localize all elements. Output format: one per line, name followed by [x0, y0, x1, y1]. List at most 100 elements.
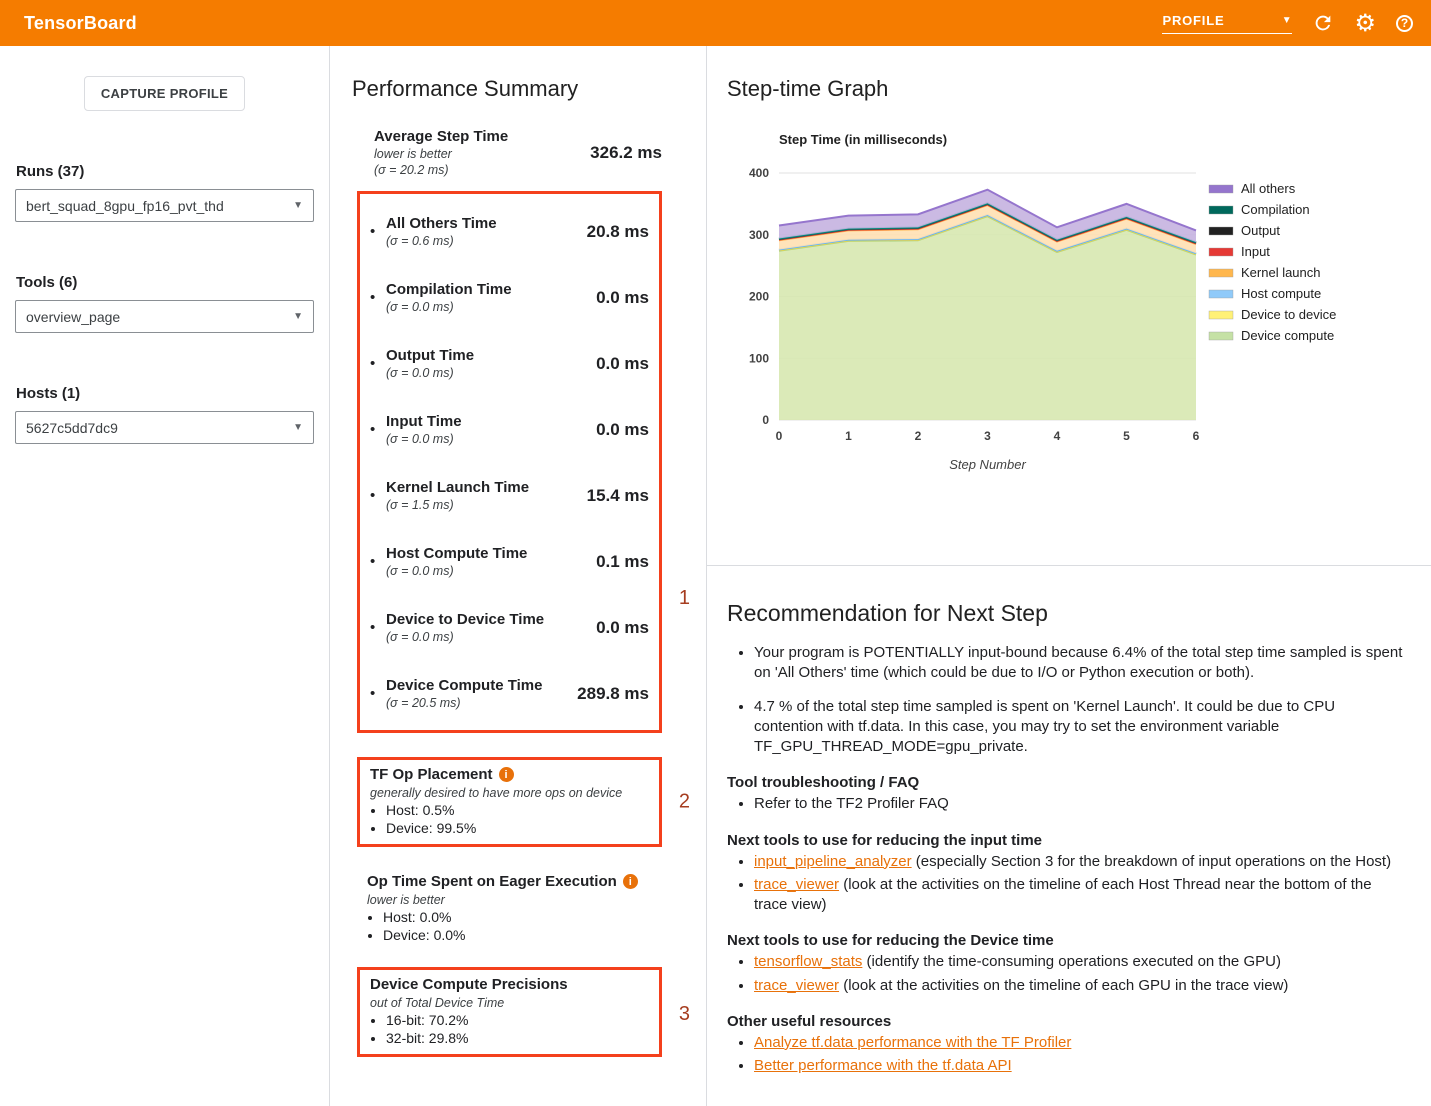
summary-item-value: 0.0 ms: [596, 354, 649, 374]
svg-text:2: 2: [915, 429, 922, 443]
recommendation-bullet: Your program is POTENTIALLY input-bound …: [754, 643, 1407, 684]
tools-label: Tools (6): [16, 274, 313, 291]
summary-item-label: Output Time: [386, 347, 596, 364]
page-body: CAPTURE PROFILE Runs (37) bert_squad_8gp…: [0, 46, 1431, 1106]
input-tools-list: input_pipeline_analyzer (especially Sect…: [727, 852, 1407, 916]
faq-list: Refer to the TF2 Profiler FAQ: [727, 794, 1407, 814]
dashboard-selector[interactable]: PROFILE ▼: [1162, 13, 1292, 34]
settings-gear-icon[interactable]: ⚙: [1354, 11, 1376, 35]
summary-item-value: 0.0 ms: [596, 288, 649, 308]
average-step-time-row: Average Step Time lower is better (σ = 2…: [374, 128, 662, 177]
eager-title-row: Op Time Spent on Eager Execution i: [367, 873, 662, 890]
svg-text:300: 300: [749, 228, 769, 242]
average-step-time-value: 326.2 ms: [590, 143, 662, 163]
average-step-time-text: Average Step Time lower is better (σ = 2…: [374, 128, 508, 177]
bullet-dot: •: [370, 421, 386, 438]
chevron-down-icon: ▼: [293, 311, 303, 322]
hosts-select[interactable]: 5627c5dd7dc9 ▼: [15, 411, 314, 444]
help-icon[interactable]: ?: [1396, 15, 1413, 32]
average-step-time-label: Average Step Time: [374, 128, 508, 145]
eager-device: Device: 0.0%: [383, 927, 662, 943]
tensorflow-stats-link[interactable]: tensorflow_stats: [754, 953, 862, 970]
summary-item-value: 289.8 ms: [577, 684, 649, 704]
summary-item-label: Device to Device Time: [386, 611, 596, 628]
eager-list: Host: 0.0% Device: 0.0%: [367, 909, 662, 943]
precisions-title: Device Compute Precisions: [370, 976, 568, 993]
summary-item-text: Device to Device Time (σ = 0.0 ms): [386, 611, 596, 644]
chevron-down-icon: ▼: [293, 200, 303, 211]
average-step-time-note: lower is better: [374, 147, 508, 161]
top-bar: TensorBoard PROFILE ▼ ⚙ ?: [0, 0, 1431, 46]
faq-header: Tool troubleshooting / FAQ: [727, 774, 1407, 791]
step-time-graph-card: Step-time Graph Step Time (in millisecon…: [707, 76, 1431, 566]
resource-item: Better performance with the tf.data API: [754, 1056, 1407, 1076]
summary-item-label: Device Compute Time: [386, 677, 577, 694]
info-icon[interactable]: i: [623, 874, 638, 889]
tf-op-placement-title: TF Op Placement: [370, 766, 493, 783]
summary-item-row: • Output Time (σ = 0.0 ms) 0.0 ms: [370, 330, 649, 396]
summary-item-label: Input Time: [386, 413, 596, 430]
eager-title: Op Time Spent on Eager Execution: [367, 873, 617, 890]
performance-summary-title: Performance Summary: [352, 76, 706, 102]
svg-text:400: 400: [749, 166, 769, 180]
svg-text:200: 200: [749, 290, 769, 304]
svg-text:Compilation: Compilation: [1241, 202, 1310, 217]
summary-item-text: Host Compute Time (σ = 0.0 ms): [386, 545, 596, 578]
summary-item-text: Input Time (σ = 0.0 ms): [386, 413, 596, 446]
summary-item-value: 0.0 ms: [596, 618, 649, 638]
svg-text:Step Number: Step Number: [949, 457, 1026, 472]
svg-text:1: 1: [845, 429, 852, 443]
eager-host: Host: 0.0%: [383, 909, 662, 925]
bullet-dot: •: [370, 355, 386, 372]
trace-viewer-link[interactable]: trace_viewer: [754, 977, 839, 994]
item-text: (look at the activities on the timeline …: [839, 977, 1288, 994]
tf-op-placement-title-row: TF Op Placement i: [370, 766, 649, 783]
precisions-list: 16-bit: 70.2% 32-bit: 29.8%: [370, 1012, 649, 1046]
trace-viewer-link[interactable]: trace_viewer: [754, 876, 839, 893]
summary-item-label: Host Compute Time: [386, 545, 596, 562]
eager-note: lower is better: [367, 893, 662, 907]
tfdata-performance-link[interactable]: Analyze tf.data performance with the TF …: [754, 1034, 1071, 1051]
chevron-down-icon: ▼: [1282, 15, 1293, 26]
summary-item-sigma: (σ = 20.5 ms): [386, 696, 577, 710]
device-tool-item: tensorflow_stats (identify the time-cons…: [754, 952, 1407, 972]
info-icon[interactable]: i: [499, 767, 514, 782]
resources-header: Other useful resources: [727, 1013, 1407, 1030]
item-text: (look at the activities on the timeline …: [754, 876, 1372, 913]
runs-select[interactable]: bert_squad_8gpu_fp16_pvt_thd ▼: [15, 189, 314, 222]
summary-item-sigma: (σ = 0.0 ms): [386, 564, 596, 578]
recommendation-bullets: Your program is POTENTIALLY input-bound …: [727, 643, 1407, 757]
capture-profile-button[interactable]: CAPTURE PROFILE: [84, 76, 245, 111]
tools-select[interactable]: overview_page ▼: [15, 300, 314, 333]
svg-text:3: 3: [984, 429, 991, 443]
reload-icon[interactable]: [1312, 12, 1334, 34]
summary-item-text: Output Time (σ = 0.0 ms): [386, 347, 596, 380]
tf-op-placement-host: Host: 0.5%: [386, 802, 649, 818]
annotation-box-1: • All Others Time (σ = 0.6 ms) 20.8 ms •…: [357, 191, 662, 733]
tfdata-api-link[interactable]: Better performance with the tf.data API: [754, 1057, 1012, 1074]
summary-item-row: • Host Compute Time (σ = 0.0 ms) 0.1 ms: [370, 528, 649, 594]
summary-item-value: 0.0 ms: [596, 420, 649, 440]
summary-item-sigma: (σ = 0.0 ms): [386, 432, 596, 446]
device-tool-item: trace_viewer (look at the activities on …: [754, 976, 1407, 996]
summary-item-row: • Kernel Launch Time (σ = 1.5 ms) 15.4 m…: [370, 462, 649, 528]
annotation-box-1-wrap: • All Others Time (σ = 0.6 ms) 20.8 ms •…: [357, 191, 662, 733]
hosts-select-value: 5627c5dd7dc9: [26, 420, 118, 436]
svg-text:All others: All others: [1241, 181, 1296, 196]
svg-text:Output: Output: [1241, 223, 1280, 238]
precisions-title-row: Device Compute Precisions: [370, 976, 649, 993]
input-pipeline-analyzer-link[interactable]: input_pipeline_analyzer: [754, 853, 912, 870]
annotation-number-2: 2: [679, 791, 690, 814]
input-tool-item: input_pipeline_analyzer (especially Sect…: [754, 852, 1407, 872]
item-text: (identify the time-consuming operations …: [862, 953, 1281, 970]
eager-execution-block: Op Time Spent on Eager Execution i lower…: [367, 873, 662, 943]
summary-item-value: 0.1 ms: [596, 552, 649, 572]
faq-item: Refer to the TF2 Profiler FAQ: [754, 794, 1407, 814]
step-time-chart: Step Time (in milliseconds)0100200300400…: [707, 128, 1407, 473]
summary-item-text: Device Compute Time (σ = 20.5 ms): [386, 677, 577, 710]
tf-op-placement-note: generally desired to have more ops on de…: [370, 786, 649, 800]
device-tools-header: Next tools to use for reducing the Devic…: [727, 932, 1407, 949]
svg-text:Device compute: Device compute: [1241, 328, 1334, 343]
input-tools-header: Next tools to use for reducing the input…: [727, 832, 1407, 849]
bullet-dot: •: [370, 289, 386, 306]
